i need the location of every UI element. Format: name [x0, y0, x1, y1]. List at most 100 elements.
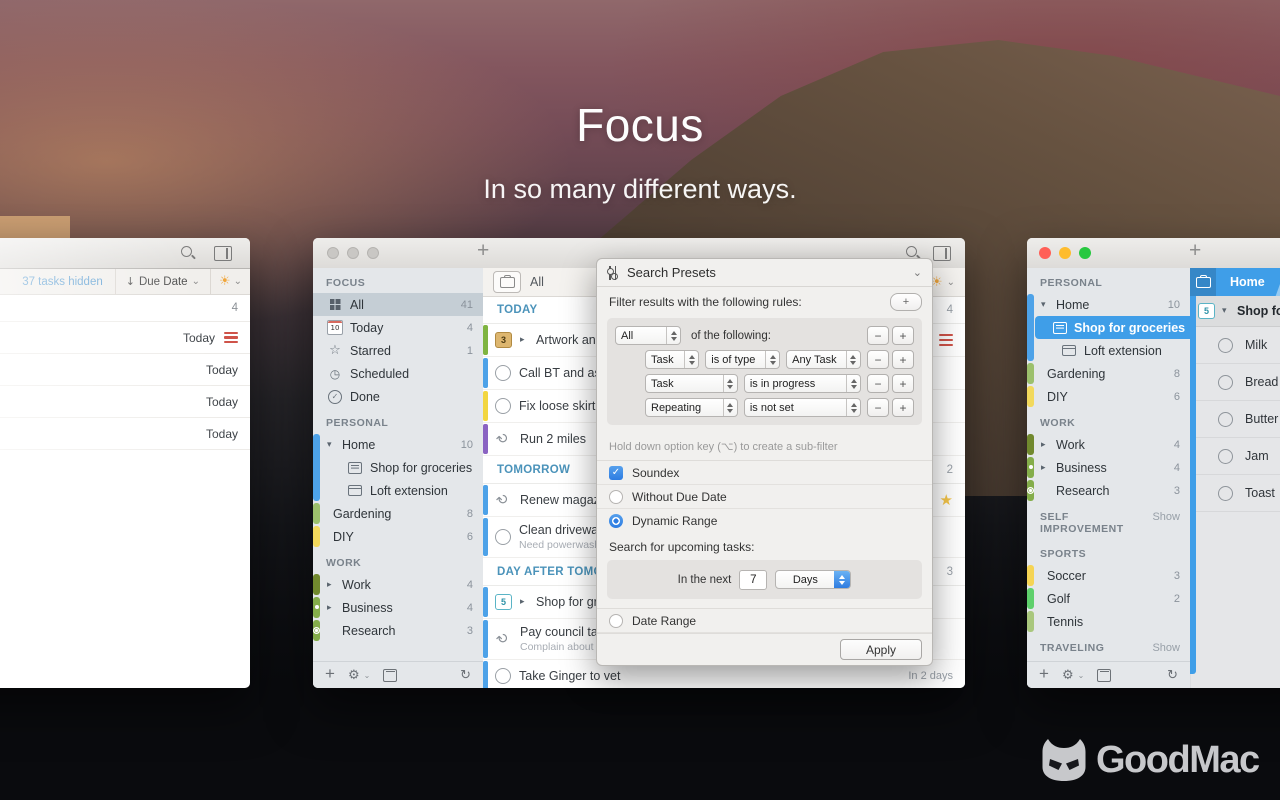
option-soundex[interactable]: ✓ Soundex: [597, 461, 932, 485]
close-button[interactable]: [327, 247, 339, 259]
task-checkbox[interactable]: [495, 365, 511, 381]
sidebar-item-work[interactable]: ▸ Work 4: [313, 573, 483, 596]
tab-home[interactable]: Home: [1216, 275, 1279, 289]
show-link[interactable]: Show: [1152, 642, 1180, 654]
repeat-icon[interactable]: ↻: [492, 627, 515, 650]
calendar-icon[interactable]: [1097, 669, 1111, 682]
list-type-button[interactable]: [493, 271, 521, 293]
sidebar-item-today[interactable]: 10 Today 4: [313, 316, 483, 339]
sidebar-item-scheduled[interactable]: ◷ Scheduled: [313, 362, 483, 385]
add-rule-button[interactable]: +: [892, 350, 914, 369]
sidebar-item-tennis[interactable]: Tennis: [1027, 610, 1190, 633]
task-checkbox[interactable]: [1218, 486, 1233, 501]
minimize-button[interactable]: [347, 247, 359, 259]
close-button[interactable]: [1039, 247, 1051, 259]
add-task-button[interactable]: +: [477, 239, 489, 263]
task-row[interactable]: Today: [0, 354, 250, 386]
days-value-input[interactable]: 7: [739, 570, 767, 590]
option-without-due-date[interactable]: Without Due Date: [597, 485, 932, 509]
sidebar-item-done[interactable]: ✓ Done: [313, 385, 483, 408]
sidebar-item-business[interactable]: ▸ Business 4: [1027, 456, 1190, 479]
task-checkbox[interactable]: [495, 529, 511, 545]
calendar-icon[interactable]: [383, 669, 397, 682]
task-row[interactable]: Today: [0, 386, 250, 418]
sidebar-item-home[interactable]: ▾ Home 10: [1027, 293, 1190, 316]
disclosure-icon[interactable]: ▸: [327, 580, 335, 590]
task-checkbox[interactable]: [495, 668, 511, 684]
task-checkbox[interactable]: [1218, 375, 1233, 390]
sidebar-toggle-icon[interactable]: [214, 246, 232, 261]
add-rule-button[interactable]: +: [892, 398, 914, 417]
rule-value-select[interactable]: Any Task: [786, 350, 861, 369]
remove-rule-button[interactable]: −: [867, 350, 889, 369]
sidebar-item-gardening[interactable]: Gardening 8: [1027, 362, 1190, 385]
sidebar-item-loft-extension[interactable]: Loft extension: [313, 479, 483, 502]
sidebar-item-research[interactable]: Research 3: [313, 619, 483, 642]
radio-icon[interactable]: [609, 490, 623, 504]
sidebar-item-soccer[interactable]: Soccer 3: [1027, 564, 1190, 587]
option-dynamic-range[interactable]: Dynamic Range: [597, 509, 932, 532]
sidebar-item-diy[interactable]: DIY 6: [313, 525, 483, 548]
sidebar-item-diy[interactable]: DIY 6: [1027, 385, 1190, 408]
disclosure-icon[interactable]: ▾: [327, 440, 335, 450]
add-rule-button[interactable]: +: [892, 326, 914, 345]
sidebar-item-all[interactable]: All 41: [313, 293, 483, 316]
rule-field-select[interactable]: Task: [645, 374, 738, 393]
minimize-button[interactable]: [1059, 247, 1071, 259]
task-checkbox[interactable]: [1218, 449, 1233, 464]
repeat-icon[interactable]: ↻: [492, 488, 515, 511]
checkbox-checked-icon[interactable]: ✓: [609, 466, 623, 480]
task-row[interactable]: Butter: [1190, 401, 1280, 438]
disclosure-icon[interactable]: ▾: [1041, 300, 1049, 310]
sidebar-item-golf[interactable]: Golf 2: [1027, 587, 1190, 610]
chevron-down-icon[interactable]: ⌄: [913, 266, 922, 279]
sidebar-item-shop-for-groceries[interactable]: Shop for groceries: [1035, 316, 1190, 339]
sync-icon[interactable]: ↻: [1167, 668, 1178, 683]
sidebar-item-starred[interactable]: ☆ Starred 1: [313, 339, 483, 362]
add-rule-group-button[interactable]: +: [890, 293, 922, 311]
task-checkbox[interactable]: [495, 398, 511, 414]
disclosure-icon[interactable]: ▸: [520, 597, 528, 607]
gear-icon[interactable]: ⚙: [348, 668, 360, 683]
task-row[interactable]: Today: [0, 322, 250, 354]
task-row[interactable]: Jam: [1190, 438, 1280, 475]
rule-field-select[interactable]: Repeating: [645, 398, 738, 417]
task-checkbox[interactable]: [1218, 412, 1233, 427]
chevron-down-icon[interactable]: ⌄: [947, 277, 955, 288]
sync-icon[interactable]: ↻: [460, 668, 471, 683]
remove-rule-button[interactable]: −: [867, 374, 889, 393]
disclosure-icon[interactable]: ▸: [520, 335, 528, 345]
add-list-button[interactable]: +: [325, 664, 335, 684]
option-date-range[interactable]: Date Range: [597, 608, 932, 633]
add-rule-button[interactable]: +: [892, 374, 914, 393]
sidebar-item-business[interactable]: ▸ Business 4: [313, 596, 483, 619]
zoom-button[interactable]: [1079, 247, 1091, 259]
radio-selected-icon[interactable]: [609, 514, 623, 528]
apply-button[interactable]: Apply: [840, 639, 922, 660]
task-row[interactable]: Toast: [1190, 475, 1280, 512]
sidebar-item-research[interactable]: Research 3: [1027, 479, 1190, 502]
sidebar-item-work[interactable]: ▸ Work 4: [1027, 433, 1190, 456]
days-unit-select[interactable]: Days: [775, 570, 851, 589]
zoom-button[interactable]: [367, 247, 379, 259]
remove-rule-button[interactable]: −: [867, 398, 889, 417]
add-list-button[interactable]: +: [1039, 664, 1049, 684]
show-link[interactable]: Show: [1152, 511, 1180, 535]
task-row[interactable]: Milk: [1190, 327, 1280, 364]
sidebar-item-home[interactable]: ▾ Home 10: [313, 433, 483, 456]
disclosure-icon[interactable]: ▸: [327, 603, 335, 613]
rule-operator-select[interactable]: is of type: [705, 350, 780, 369]
disclosure-icon[interactable]: ▸: [1041, 440, 1049, 450]
rule-operator-select[interactable]: is not set: [744, 398, 861, 417]
add-task-button[interactable]: +: [1189, 239, 1201, 263]
repeat-icon[interactable]: ↻: [492, 427, 515, 450]
search-icon[interactable]: [180, 245, 196, 261]
remove-rule-button[interactable]: −: [867, 326, 889, 345]
star-icon[interactable]: ★: [940, 491, 953, 509]
sidebar-item-shop-for-groceries[interactable]: Shop for groceries: [313, 456, 483, 479]
disclosure-icon[interactable]: ▸: [1041, 463, 1049, 473]
view-options-button[interactable]: ☀ ⌄: [211, 274, 250, 289]
task-checkbox[interactable]: [1218, 338, 1233, 353]
rule-operator-select[interactable]: is in progress: [744, 374, 861, 393]
project-group-row[interactable]: 5 ▾ Shop for groceries: [1190, 296, 1280, 327]
